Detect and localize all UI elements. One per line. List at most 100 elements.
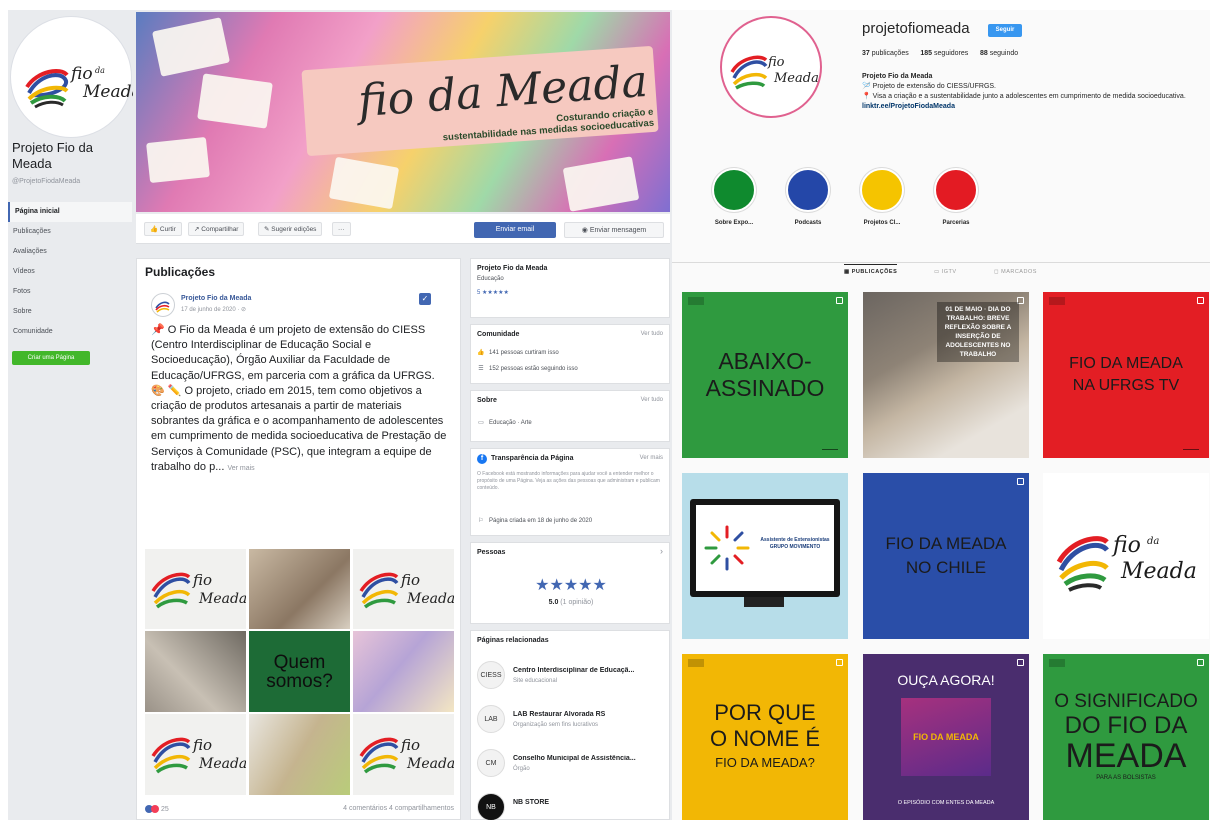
post-logo[interactable]: fio da Meada [1043,473,1209,639]
related-page-name[interactable]: NB STORE [513,799,663,806]
followers-stat[interactable]: 185 seguidores [920,50,968,57]
post-date[interactable]: 17 de junho de 2020 · ⊘ [181,306,246,313]
suggest-edits-button[interactable]: ✎ Sugerir edições [258,222,323,236]
share-button[interactable]: ↗ Compartilhar [188,222,245,236]
igtv-icon: ▭ [934,269,940,275]
cover-card [151,17,231,77]
profile-stats: 37 publicações 185 seguidores 88 seguind… [862,50,1018,57]
post-ufrgs-tv[interactable]: FIO DA MEADA NA UFRGS TV [1043,292,1209,458]
multi-image-icon [1197,659,1204,666]
post-por-que-o-nome[interactable]: POR QUE O NOME É FIO DA MEADA? [682,654,848,820]
post-dia-do-trabalho[interactable]: 01 DE MAIO · DIA DO TRABALHO: BREVE REFL… [863,292,1029,458]
send-email-button[interactable]: Enviar email [474,222,556,238]
nav-item-posts[interactable]: Publicações [8,222,132,242]
post-photo-craft[interactable] [249,549,350,629]
svg-text:fio: fio [1111,533,1141,558]
nav-item-photos[interactable]: Fotos [8,282,132,302]
facebook-sidebar: fio da Meada Projeto Fio da Meada @Proje… [8,10,142,820]
post-headline: POR QUE O NOME É FIO DA MEADA? [710,700,820,774]
post-ouca-agora[interactable]: OUÇA AGORA! FIO DA MEADA O EPISÓDIO COM … [863,654,1029,820]
story-highlight[interactable]: Podcasts [778,168,838,226]
post-photo-craft[interactable] [353,631,454,712]
bio-line: 🪡 Projeto de extensão do CIESS/UFRGS. [862,83,996,90]
like-button[interactable]: 👍 Curtir [144,222,182,236]
transparency-see-more[interactable]: Ver mais [640,455,663,461]
multi-image-icon [1197,297,1204,304]
post-photo-logo[interactable]: fio Meada [353,549,454,629]
profile-picture[interactable]: fio Meada [720,16,822,118]
multi-image-icon [1017,659,1024,666]
tab-posts[interactable]: ▦ PUBLICAÇÕES [844,264,898,275]
story-highlight[interactable]: Projetos Cl... [852,168,912,226]
related-page-item[interactable]: CM Conselho Municipal de Assistência... … [477,749,667,779]
transparency-card: Transparência da Página f Ver mais O Fac… [470,448,670,536]
love-reaction-icon [151,805,159,813]
page-info-card: Projeto Fio da Meada Educação 5 ★★★★★ [470,258,670,318]
highlight-label: Podcasts [794,220,822,226]
bio-link[interactable]: linktr.ee/ProjetoFiodaMeada [862,102,1192,112]
reviews-card: Pessoas › ★★★★★ 5.0 (1 opinião) [470,542,670,624]
svg-text:Meada: Meada [82,82,133,102]
nav-item-reviews[interactable]: Avaliações [8,242,132,262]
info-rating[interactable]: 5 ★★★★★ [477,289,509,296]
see-more-link[interactable]: Ver mais [227,465,254,472]
nav-item-about[interactable]: Sobre [8,302,132,322]
post-photo-craft[interactable] [145,631,246,712]
chevron-right-icon[interactable]: › [660,546,663,556]
related-page-item[interactable]: CIESS Centro Interdisciplinar de Educaçã… [477,661,667,691]
about-category-text: Educação · Arte [489,420,532,426]
tab-igtv[interactable]: ▭ IGTV [934,269,957,275]
posts-label: publicações [871,50,909,57]
highlight-cover [860,168,904,212]
svg-text:fio: fio [400,571,420,589]
cover-card [562,156,640,212]
follow-button[interactable]: Seguir [988,24,1022,37]
related-page-name[interactable]: LAB Restaurar Alvorada RS [513,711,663,718]
post-abaixo-assinado[interactable]: ABAIXO- ASSINADO [682,292,848,458]
following-stat[interactable]: 88 seguindo [980,50,1018,57]
tab-tagged-label: MARCADOS [1001,269,1037,275]
info-page-name[interactable]: Projeto Fio da Meada [477,265,547,272]
svg-text:Meada: Meada [198,591,246,607]
posts-grid: ABAIXO- ASSINADO 01 DE MAIO · DIA DO TRAB… [682,292,1209,820]
transparency-text: O Facebook está mostrando informações pa… [477,471,660,491]
followers-count: 185 [920,50,933,57]
post-photo-logo[interactable]: fio Meada [145,714,246,795]
story-highlight[interactable]: Sobre Expo... [704,168,764,226]
page-profile-picture[interactable]: fio da Meada [10,16,142,138]
related-page-item[interactable]: LAB LAB Restaurar Alvorada RS Organizaçã… [477,705,667,735]
comment-share-counts[interactable]: 4 comentários 4 compartilhamentos [343,805,454,812]
post-grupo-movimento[interactable]: Assistente de Extensionistas GRUPO MOVIME… [682,473,848,639]
nav-item-community[interactable]: Comunidade [8,322,132,342]
cover-photo[interactable]: fio da Meada Costurando criação e susten… [136,12,670,212]
post-corner-tag [1049,297,1065,305]
fio-da-meada-logo: fio da Meada [1056,533,1197,592]
create-page-button[interactable]: Criar uma Página [12,351,90,365]
more-button[interactable]: ··· [332,222,351,236]
post-text: 📌 O Fio da Meada é um projeto de extensã… [151,323,451,476]
rating-stars[interactable]: ★★★★★ [471,575,671,595]
story-highlight[interactable]: Parcerias [926,168,986,226]
svg-text:fio: fio [192,571,212,589]
community-see-all[interactable]: Ver tudo [641,331,663,337]
about-see-all[interactable]: Ver tudo [641,397,663,403]
related-page-name[interactable]: Centro Interdisciplinar de Educaçã... [513,667,663,674]
post-significado[interactable]: O SIGNIFICADO DO FIO DA MEADA PARA AS BO… [1043,654,1209,820]
community-followers: ☰ 152 pessoas estão seguindo isso [477,365,577,372]
send-message-button[interactable]: ◉ Enviar mensagem [564,222,664,238]
tab-tagged[interactable]: ◻ MARCADOS [994,269,1037,275]
nav-item-home[interactable]: Página inicial [8,202,132,222]
post-photo-logo[interactable]: fio Meada [353,714,454,795]
post-no-chile[interactable]: FIO DA MEADA NO CHILE [863,473,1029,639]
post-author[interactable]: Projeto Fio da Meada [181,295,251,302]
post-photo-logo[interactable]: fio Meada [145,549,246,629]
reactions[interactable]: 25 [145,805,169,813]
post-options-icon[interactable]: ✓ [419,293,431,305]
related-page-item[interactable]: NB NB STORE [477,793,667,820]
post-photo-craft[interactable] [249,714,350,795]
post-photo-quem-somos[interactable]: Quem somos? [249,631,350,712]
post-author-avatar[interactable] [151,293,175,317]
related-page-name[interactable]: Conselho Municipal de Assistência... [513,755,663,762]
nav-item-videos[interactable]: Vídeos [8,262,132,282]
post-headline-line: FIO DA MEADA [1069,355,1183,372]
